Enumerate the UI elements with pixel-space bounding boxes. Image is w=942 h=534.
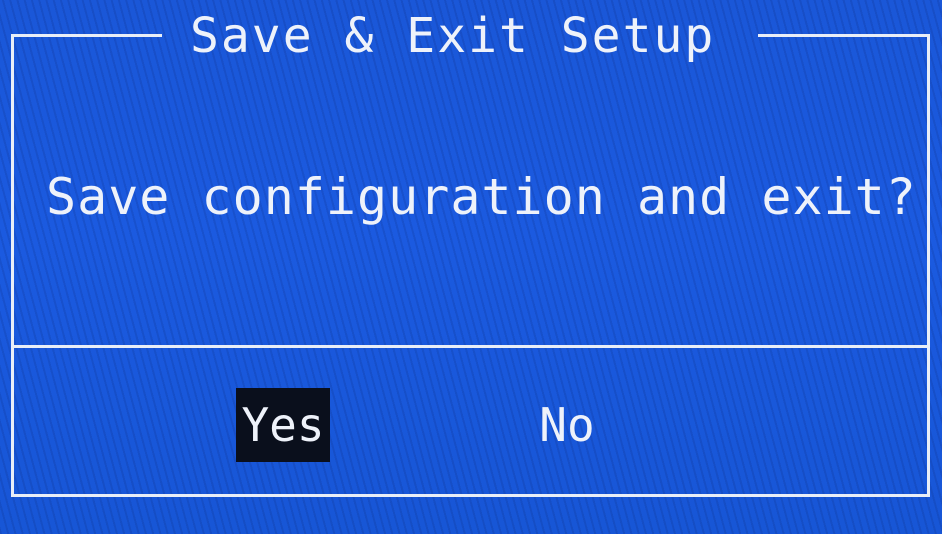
dialog-separator	[11, 345, 930, 348]
dialog-message: Save configuration and exit?	[46, 168, 917, 226]
bios-screen: Save & Exit Setup Save configuration and…	[0, 0, 942, 534]
no-option[interactable]: No	[530, 388, 604, 462]
yes-option[interactable]: Yes	[236, 388, 330, 462]
dialog-title: Save & Exit Setup	[190, 8, 716, 64]
dialog-frame	[11, 34, 930, 497]
title-rule-right	[758, 34, 930, 37]
title-rule-left	[11, 34, 162, 37]
